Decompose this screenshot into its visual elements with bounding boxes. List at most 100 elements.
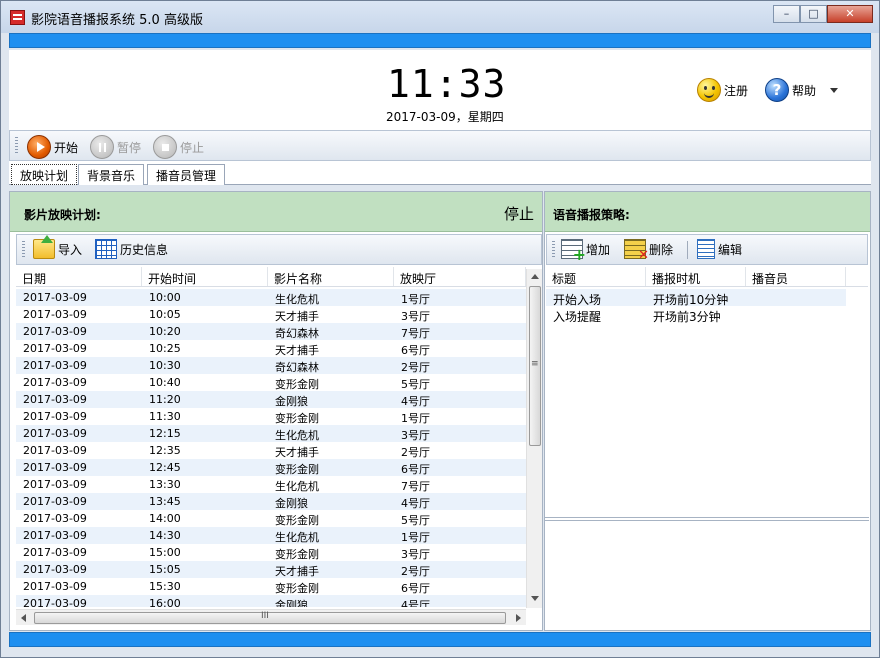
scroll-thumb[interactable]: III [34, 611, 506, 624]
playback-toolbar: 开始 暂停 停止 [9, 130, 871, 161]
scroll-left-icon[interactable] [21, 614, 26, 622]
column-header-title[interactable]: 标题 [546, 267, 646, 286]
start-button[interactable]: 开始 [27, 135, 78, 159]
register-label: 注册 [724, 83, 749, 98]
help-button[interactable]: ? 帮助 [765, 78, 816, 102]
cell-start-time: 15:05 [149, 563, 181, 576]
strategy-toolbar: 增加 删除 编辑 [546, 234, 868, 265]
cell-film-name: 金刚狼 [275, 395, 308, 408]
table-row[interactable]: 2017-03-09 14:30 生化危机 1号厅 [16, 527, 526, 544]
history-button[interactable]: 历史信息 [95, 239, 168, 259]
grip-icon: ≡ [531, 359, 539, 369]
stop-icon [153, 135, 177, 159]
column-header-hall[interactable]: 放映厅 [394, 267, 526, 286]
table-row[interactable]: 2017-03-09 10:25 天才捕手 6号厅 [16, 340, 526, 357]
horizontal-scrollbar[interactable]: III [16, 609, 526, 625]
cell-title: 入场提醒 [553, 310, 602, 324]
cell-start-time: 11:30 [149, 410, 181, 423]
import-label: 导入 [58, 242, 83, 257]
table-row[interactable]: 2017-03-09 10:20 奇幻森林 7号厅 [16, 323, 526, 340]
table-row[interactable]: 2017-03-09 10:30 奇幻森林 2号厅 [16, 357, 526, 374]
cell-start-time: 14:00 [149, 512, 181, 525]
table-row[interactable]: 2017-03-09 10:00 生化危机 1号厅 [16, 289, 526, 306]
cell-film-name: 变形金刚 [275, 582, 319, 595]
vertical-scrollbar[interactable]: ≡ [526, 269, 542, 608]
column-header-film-name[interactable]: 影片名称 [268, 267, 394, 286]
strategy-panel: 语音播报策略: 增加 删除 编辑 标题 播报时机 播音员 开始入场 开场前10分钟… [544, 191, 871, 631]
schedule-list-header: 日期 开始时间 影片名称 放映厅 [16, 267, 526, 287]
scroll-up-icon[interactable] [531, 274, 539, 279]
edit-button[interactable]: 编辑 [697, 239, 742, 259]
strategy-list[interactable]: 开始入场 开场前10分钟 入场提醒 开场前3分钟 [546, 289, 846, 324]
maximize-button[interactable]: □ [800, 5, 827, 23]
table-row[interactable]: 2017-03-09 12:35 天才捕手 2号厅 [16, 442, 526, 459]
cell-hall: 7号厅 [401, 327, 430, 340]
bottom-accent-bar [9, 632, 871, 647]
cell-start-time: 10:25 [149, 342, 181, 355]
table-row[interactable]: 2017-03-09 16:00 金刚狼 4号厅 [16, 595, 526, 607]
column-header-broadcast-timing[interactable]: 播报时机 [646, 267, 746, 286]
add-icon [561, 239, 586, 264]
cell-start-time: 12:35 [149, 444, 181, 457]
cell-film-name: 变形金刚 [275, 378, 319, 391]
cell-date: 2017-03-09 [23, 478, 87, 491]
cell-film-name: 变形金刚 [275, 514, 319, 527]
add-button[interactable]: 增加 [561, 239, 610, 264]
scroll-right-icon[interactable] [516, 614, 521, 622]
table-row[interactable]: 2017-03-09 10:05 天才捕手 3号厅 [16, 306, 526, 323]
table-row[interactable]: 2017-03-09 14:00 变形金刚 5号厅 [16, 510, 526, 527]
table-row[interactable]: 2017-03-09 13:45 金刚狼 4号厅 [16, 493, 526, 510]
table-row[interactable]: 2017-03-09 12:45 变形金刚 6号厅 [16, 459, 526, 476]
toolbar-grip[interactable] [15, 137, 18, 155]
schedule-list[interactable]: 2017-03-09 10:00 生化危机 1号厅 2017-03-09 10:05 天才捕… [16, 289, 526, 607]
pause-icon [90, 135, 114, 159]
scroll-down-icon[interactable] [531, 596, 539, 601]
column-header-announcer[interactable]: 播音员 [746, 267, 846, 286]
table-row[interactable]: 2017-03-09 11:20 金刚狼 4号厅 [16, 391, 526, 408]
grip-icon: III [261, 611, 269, 621]
table-row[interactable]: 2017-03-09 13:30 生化危机 7号厅 [16, 476, 526, 493]
cell-date: 2017-03-09 [23, 376, 87, 389]
strategy-detail-pane [545, 520, 869, 630]
cell-film-name: 变形金刚 [275, 548, 319, 561]
close-button[interactable]: ✕ [827, 5, 873, 23]
table-row[interactable]: 2017-03-09 15:30 变形金刚 6号厅 [16, 578, 526, 595]
cell-date: 2017-03-09 [23, 410, 87, 423]
stop-button[interactable]: 停止 [153, 135, 204, 159]
table-row[interactable]: 开始入场 开场前10分钟 [546, 289, 846, 307]
cell-start-time: 14:30 [149, 529, 181, 542]
table-row[interactable]: 2017-03-09 15:00 变形金刚 3号厅 [16, 544, 526, 561]
tab-background-music[interactable]: 背景音乐 [78, 164, 145, 185]
cell-film-name: 金刚狼 [275, 497, 308, 510]
cell-hall: 6号厅 [401, 344, 430, 357]
toolbar-grip[interactable] [22, 241, 25, 259]
cell-film-name: 生化危机 [275, 531, 319, 544]
app-window: 影院语音播报系统 5.0 高级版 – □ ✕ 11:33 2017-03-09，… [0, 0, 880, 658]
minimize-button[interactable]: – [773, 5, 800, 23]
register-button[interactable]: 注册 [697, 78, 748, 102]
cell-film-name: 天才捕手 [275, 565, 319, 578]
table-row[interactable]: 2017-03-09 15:05 天才捕手 2号厅 [16, 561, 526, 578]
table-row[interactable]: 2017-03-09 11:30 变形金刚 1号厅 [16, 408, 526, 425]
column-header-start-time[interactable]: 开始时间 [142, 267, 268, 286]
tab-announcer-management[interactable]: 播音员管理 [147, 164, 226, 185]
table-row[interactable]: 2017-03-09 12:15 生化危机 3号厅 [16, 425, 526, 442]
pause-button[interactable]: 暂停 [90, 135, 141, 159]
column-header-date[interactable]: 日期 [16, 267, 142, 286]
chevron-down-icon[interactable] [830, 88, 838, 93]
schedule-panel: 影片放映计划: 停止 导入 历史信息 日期 开始时间 影片名称 放映厅 2017… [9, 191, 543, 631]
title-bar[interactable]: 影院语音播报系统 5.0 高级版 – □ ✕ [1, 1, 879, 33]
toolbar-grip[interactable] [552, 241, 555, 259]
cell-hall: 2号厅 [401, 361, 430, 374]
scroll-thumb[interactable]: ≡ [529, 286, 541, 446]
cell-announcer [746, 306, 846, 323]
cell-broadcast-timing: 开场前10分钟 [653, 293, 729, 307]
delete-button[interactable]: 删除 [624, 239, 673, 263]
table-row[interactable]: 2017-03-09 10:40 变形金刚 5号厅 [16, 374, 526, 391]
cell-start-time: 13:45 [149, 495, 181, 508]
cell-start-time: 13:30 [149, 478, 181, 491]
table-row[interactable]: 入场提醒 开场前3分钟 [546, 306, 846, 324]
import-button[interactable]: 导入 [33, 235, 83, 259]
cell-film-name: 生化危机 [275, 480, 319, 493]
tab-schedule[interactable]: 放映计划 [11, 164, 78, 185]
